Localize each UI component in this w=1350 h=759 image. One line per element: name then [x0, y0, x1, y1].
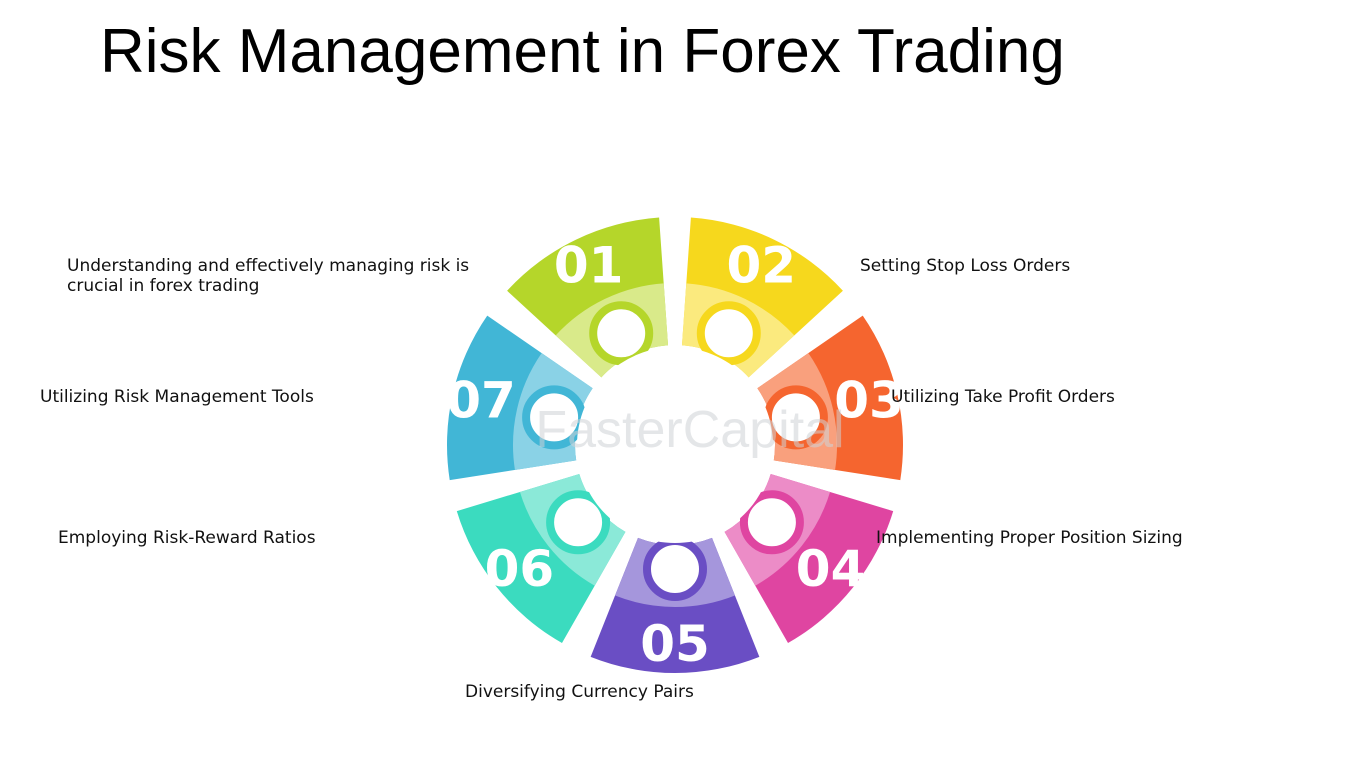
step-label-06-line-1: Employing Risk-Reward Ratios	[58, 528, 316, 548]
segment-number-04: 04	[796, 540, 866, 598]
ring-marker-01	[589, 301, 654, 366]
step-label-05-line-1: Diversifying Currency Pairs	[465, 682, 694, 702]
step-label-02-line-1: Setting Stop Loss Orders	[860, 256, 1071, 276]
segment-number-01: 01	[554, 237, 624, 295]
step-label-07-line-1: Utilizing Risk Management Tools	[40, 387, 314, 407]
step-label-03: Utilizing Take Profit Orders	[891, 387, 1115, 407]
segment-number-06: 06	[485, 540, 555, 598]
step-label-01-line-2: crucial in forex trading	[67, 276, 260, 296]
step-label-02: Setting Stop Loss Orders	[860, 256, 1070, 276]
step-label-01: Understanding and effectively managing r…	[67, 256, 469, 296]
step-label-06: Employing Risk-Reward Ratios	[58, 528, 316, 548]
ring-marker-05	[643, 537, 707, 601]
segment-05: 05	[590, 537, 760, 674]
step-label-04-line-1: Implementing Proper Position Sizing	[876, 528, 1183, 548]
segment-number-07: 07	[446, 372, 516, 430]
risk-management-wheel: 01 020304050607FasterCapital	[446, 217, 904, 674]
step-label-07: Utilizing Risk Management Tools	[40, 387, 314, 407]
step-label-01-line-1: Understanding and effectively managing r…	[67, 256, 470, 276]
step-label-03-line-1: Utilizing Take Profit Orders	[891, 387, 1115, 407]
step-label-04: Implementing Proper Position Sizing	[876, 528, 1183, 548]
step-label-05: Diversifying Currency Pairs	[465, 682, 694, 702]
segment-number-02: 02	[727, 237, 797, 295]
watermark: FasterCapital	[535, 401, 844, 459]
segment-number-05: 05	[640, 615, 710, 673]
ring-marker-02	[696, 301, 761, 366]
